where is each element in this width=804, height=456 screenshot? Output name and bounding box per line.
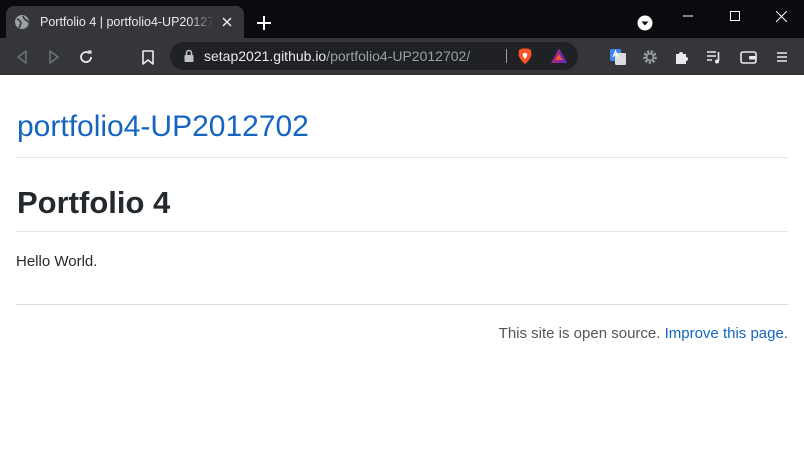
site-title-link[interactable]: portfolio4-UP2012702 bbox=[17, 110, 309, 144]
tab-title: Portfolio 4 | portfolio4-UP2012702 bbox=[40, 15, 214, 29]
new-tab-button[interactable] bbox=[254, 13, 274, 33]
plus-icon bbox=[257, 16, 271, 30]
puzzle-icon bbox=[676, 52, 688, 64]
translate-icon bbox=[610, 49, 626, 65]
body-paragraph: Hello World. bbox=[16, 253, 98, 270]
site-footer: This site is open source. Improve this p… bbox=[499, 325, 788, 342]
header-divider bbox=[16, 157, 788, 158]
footer-text: This site is open source. bbox=[498, 325, 661, 342]
close-window-button[interactable] bbox=[758, 0, 804, 32]
gear-icon bbox=[643, 50, 657, 64]
maximize-button[interactable] bbox=[712, 0, 758, 32]
web-page: portfolio4-UP2012702 Portfolio 4 Hello W… bbox=[0, 75, 804, 456]
back-arrow-icon bbox=[17, 50, 27, 64]
tab-strip: Portfolio 4 | portfolio4-UP2012702 bbox=[0, 0, 804, 38]
minimize-icon bbox=[683, 15, 693, 17]
menu-icon bbox=[777, 52, 787, 62]
bookmark-icon bbox=[142, 49, 154, 65]
extensions-button[interactable] bbox=[672, 47, 692, 67]
bookmark-button[interactable] bbox=[138, 47, 158, 67]
forward-arrow-icon bbox=[49, 50, 59, 64]
brave-shields-icon[interactable] bbox=[516, 47, 534, 65]
maximize-icon bbox=[730, 11, 740, 21]
reload-button[interactable] bbox=[76, 47, 96, 67]
omnibox-divider bbox=[506, 49, 507, 63]
heading-divider bbox=[16, 231, 788, 232]
improve-page-link[interactable]: Improve this page bbox=[665, 325, 784, 342]
tab-search-icon[interactable] bbox=[637, 15, 653, 31]
translate-extension[interactable] bbox=[608, 47, 628, 67]
address-bar[interactable]: setap2021.github.io/portfolio4-UP2012702… bbox=[170, 42, 578, 70]
lock-icon[interactable] bbox=[182, 49, 196, 63]
close-icon bbox=[775, 10, 787, 22]
minimize-button[interactable] bbox=[665, 0, 711, 32]
browser-tab[interactable]: Portfolio 4 | portfolio4-UP2012702 bbox=[6, 6, 244, 38]
brave-rewards-icon[interactable] bbox=[550, 47, 568, 65]
reload-icon bbox=[80, 50, 92, 63]
playlist-icon bbox=[707, 51, 720, 64]
footer-divider bbox=[16, 304, 788, 305]
media-controls-button[interactable] bbox=[704, 47, 724, 67]
close-icon[interactable] bbox=[218, 13, 236, 31]
back-button[interactable] bbox=[12, 47, 32, 67]
url-host: setap2021.github.io bbox=[204, 48, 327, 64]
wallet-button[interactable] bbox=[738, 47, 758, 67]
page-heading: Portfolio 4 bbox=[17, 185, 171, 220]
browser-toolbar: setap2021.github.io/portfolio4-UP2012702… bbox=[0, 38, 804, 75]
globe-icon bbox=[15, 15, 30, 29]
url-path: /portfolio4-UP2012702/ bbox=[326, 48, 471, 64]
settings-extension[interactable] bbox=[640, 47, 660, 67]
wallet-icon bbox=[739, 50, 757, 64]
forward-button[interactable] bbox=[44, 47, 64, 67]
footer-suffix: . bbox=[783, 325, 788, 342]
main-menu-button[interactable] bbox=[772, 47, 792, 67]
url-text[interactable]: setap2021.github.io/portfolio4-UP2012702… bbox=[204, 48, 470, 64]
